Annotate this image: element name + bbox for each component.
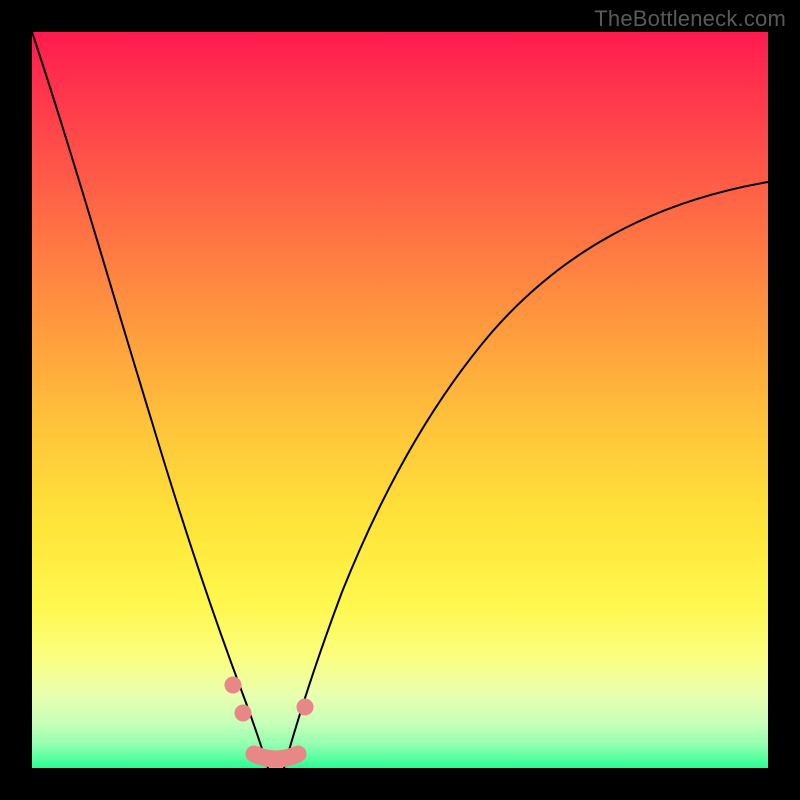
valley-segment-marker <box>254 754 298 759</box>
plot-area <box>32 32 768 768</box>
chart-frame: TheBottleneck.com <box>0 0 800 800</box>
left-bead-upper-marker <box>225 677 242 694</box>
watermark-text: TheBottleneck.com <box>594 6 786 32</box>
left-curve <box>32 32 268 768</box>
valley-markers <box>225 677 314 760</box>
curves-svg <box>32 32 768 768</box>
right-curve <box>284 182 768 768</box>
left-bead-lower-marker <box>235 705 252 722</box>
right-bead-upper-marker <box>297 699 314 716</box>
